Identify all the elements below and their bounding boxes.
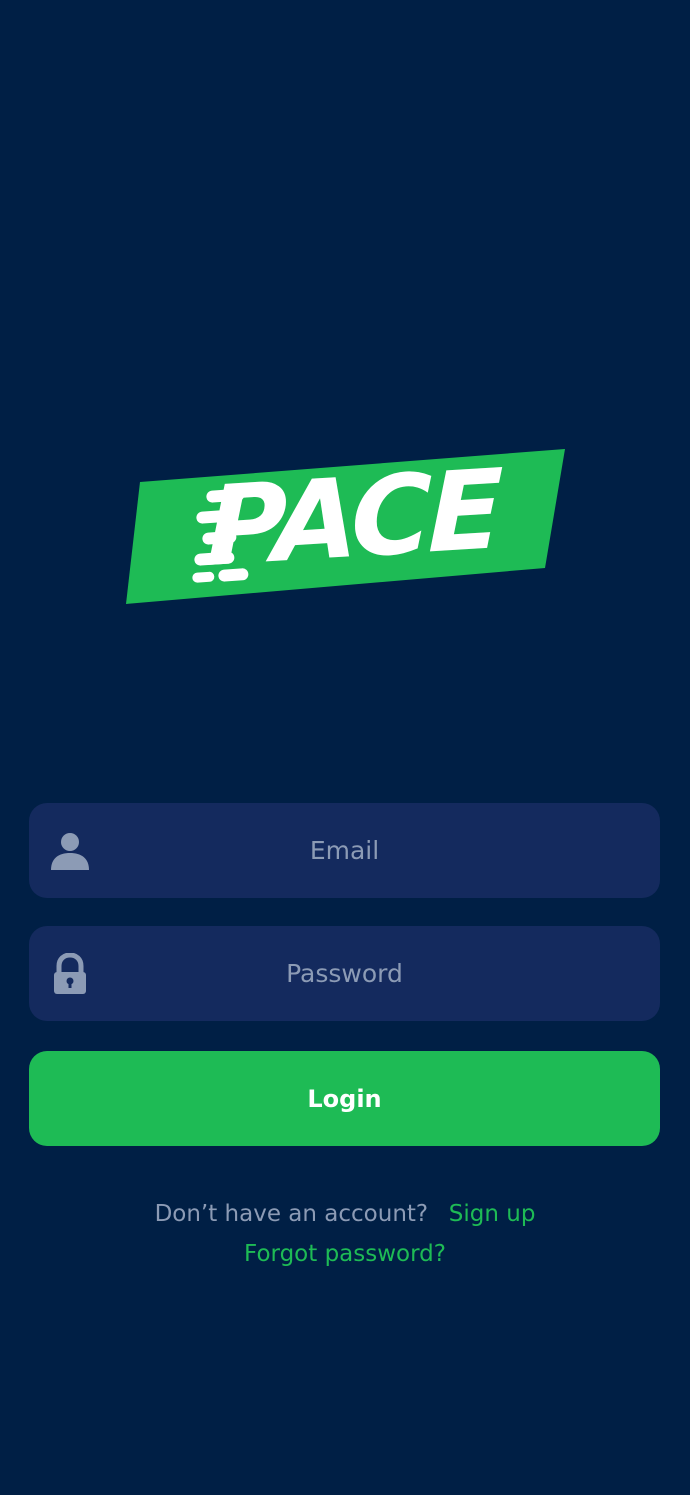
- signup-prompt-text: Don’t have an account?: [154, 1201, 429, 1227]
- password-field-container[interactable]: [29, 926, 660, 1021]
- password-input[interactable]: [29, 926, 660, 1021]
- email-field-container[interactable]: [29, 803, 660, 898]
- logo-wordmark: PACE: [205, 445, 500, 591]
- signup-prompt-line: Don’t have an account? Sign up: [0, 1197, 690, 1231]
- forgot-password-line: Forgot password?: [0, 1237, 690, 1271]
- login-button[interactable]: Login: [29, 1051, 660, 1146]
- forgot-password-link[interactable]: Forgot password?: [244, 1241, 446, 1267]
- signup-link[interactable]: Sign up: [449, 1201, 536, 1227]
- email-input[interactable]: [29, 803, 660, 898]
